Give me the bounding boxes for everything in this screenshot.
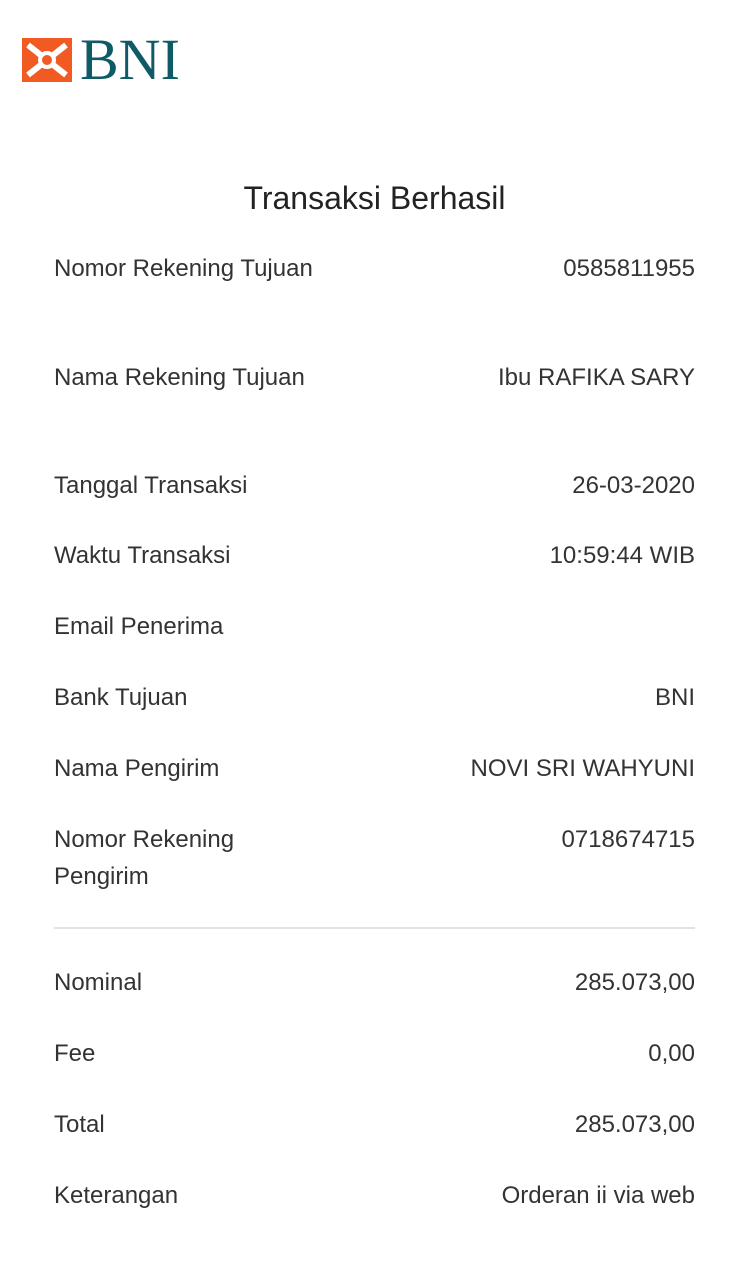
amount-label: Total [54,1111,105,1138]
detail-value: 10:59:44 WIB [549,542,695,569]
page-title: Transaksi Berhasil [243,180,506,216]
detail-value: 0718674715 [561,826,695,853]
amount-label: Nominal [54,969,143,996]
bni-logo: BNI [22,27,180,92]
detail-label: Waktu Transaksi [54,542,231,569]
amount-label: Fee [54,1040,96,1067]
detail-label: Tanggal Transaksi [54,472,248,499]
detail-label: Nama Rekening Tujuan [54,364,305,391]
bni-logo-icon [22,38,72,82]
amount-value: 285.073,00 [574,969,695,996]
detail-label: Nomor Rekening Pengirim [54,826,235,890]
amount-value: Orderan ii via web [501,1182,695,1209]
detail-label: Email Penerima [54,613,224,640]
section-divider [54,927,695,929]
detail-label: Bank Tujuan [54,684,188,711]
detail-value: Ibu RAFIKA SARY [498,364,695,391]
amount-value: 285.073,00 [574,1111,695,1138]
detail-label: Nama Pengirim [54,755,220,782]
bni-brand-name: BNI [80,27,180,92]
detail-value: 26-03-2020 [572,472,695,499]
detail-value: BNI [654,684,695,711]
detail-label: Nomor Rekening Tujuan [54,255,313,282]
amount-label: Keterangan [54,1182,179,1209]
detail-value: 0585811955 [563,255,695,282]
detail-value: NOVI SRI WAHYUNI [470,755,695,782]
amount-value: 0,00 [648,1040,695,1067]
